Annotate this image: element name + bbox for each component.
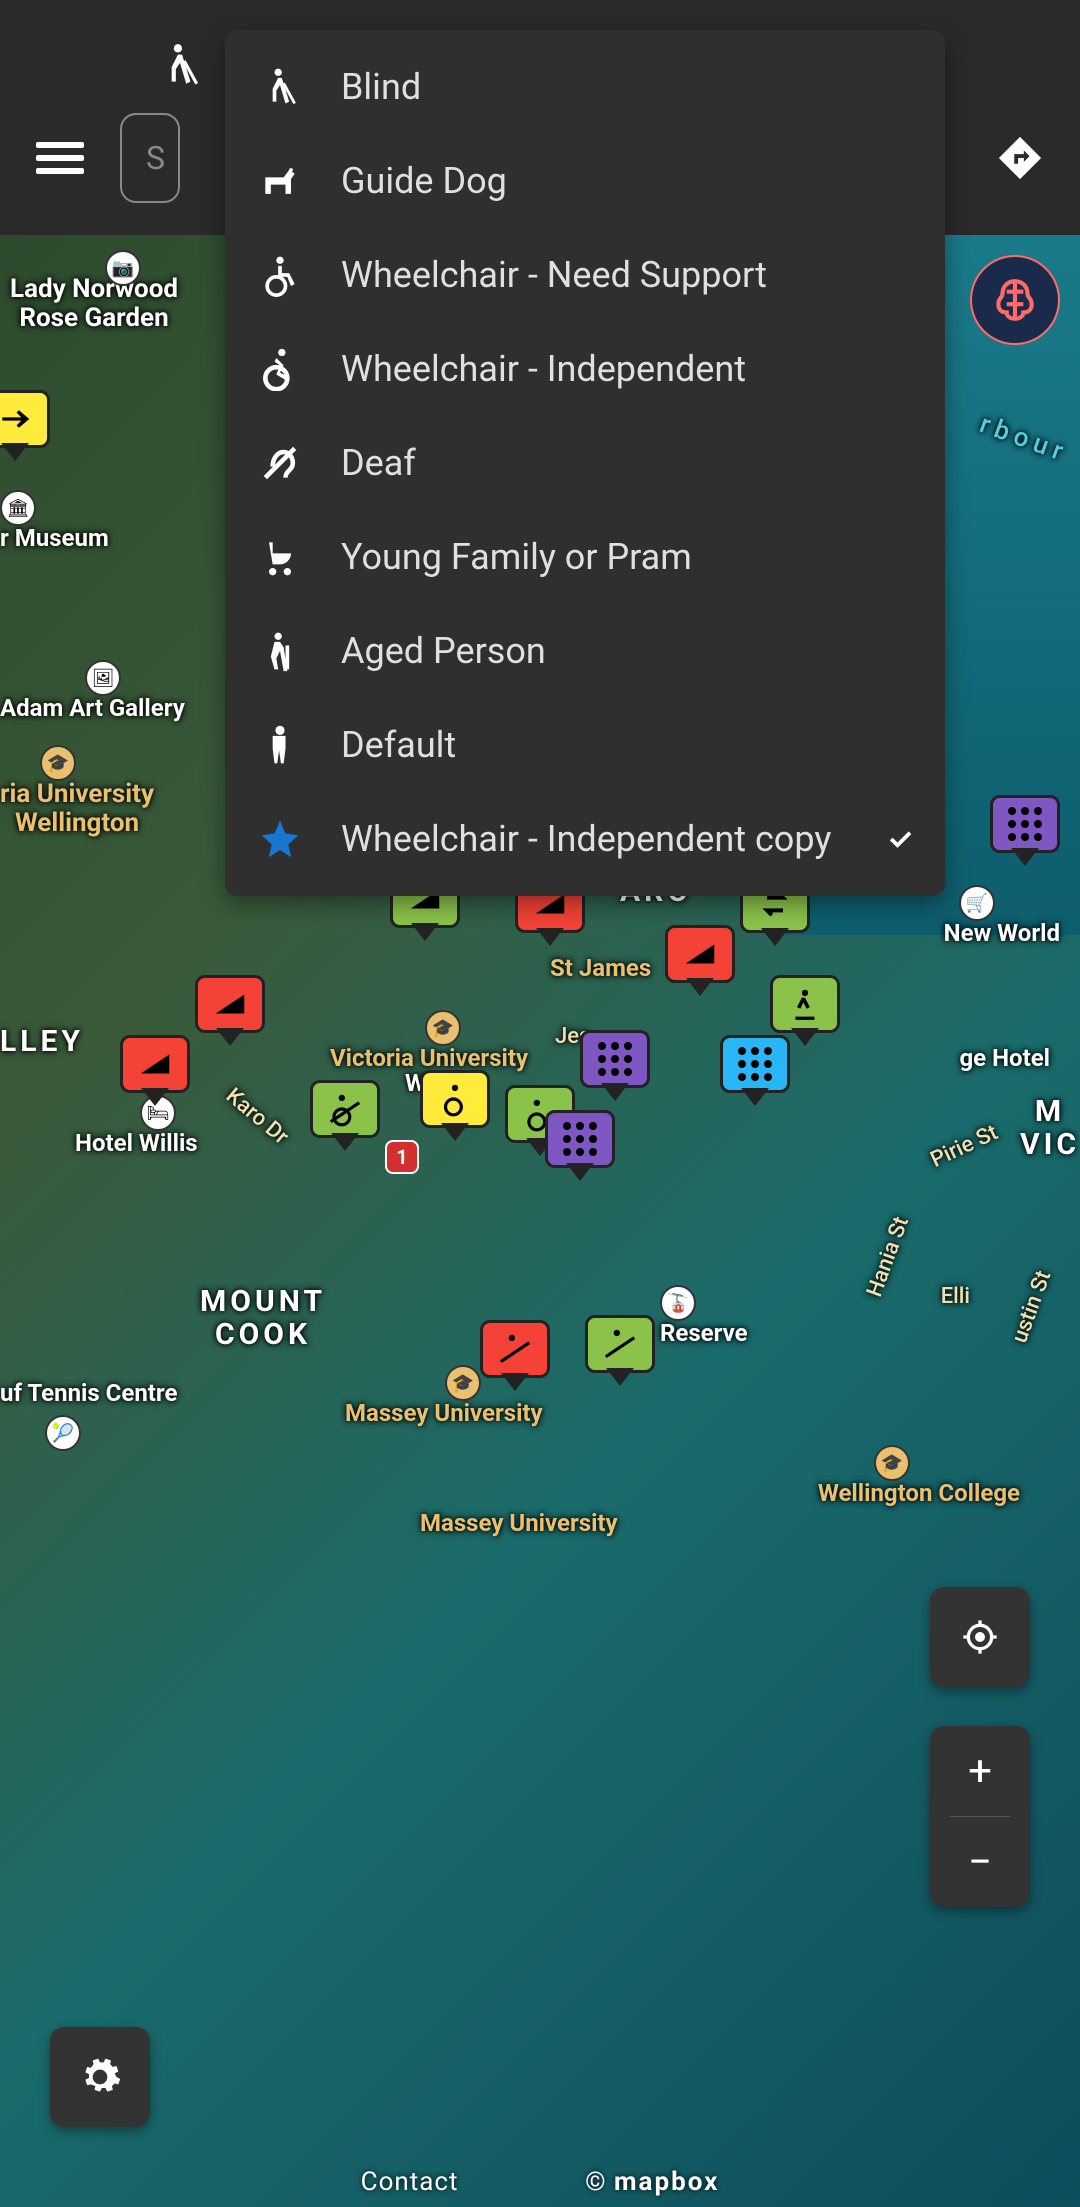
- dropdown-label: Young Family or Pram: [341, 535, 915, 580]
- map-pin-wheelchair-yellow[interactable]: [420, 1070, 490, 1128]
- map-label-massey-uni-2: Massey University: [420, 1510, 618, 1536]
- map-label-m-vic: M VIC: [1020, 1095, 1080, 1161]
- settings-button[interactable]: [50, 2027, 150, 2127]
- dropdown-label: Deaf: [341, 441, 915, 486]
- wheelchair-active-icon: [255, 344, 305, 394]
- map-label-st-james: St James: [550, 955, 651, 981]
- map-label-pirie-st: Pirie St: [927, 1121, 1002, 1173]
- map-label-new-world: New World: [944, 920, 1060, 946]
- dropdown-item-blind[interactable]: Blind: [225, 40, 945, 134]
- poi-reserve-icon[interactable]: 🚡: [660, 1285, 696, 1321]
- map-label-mount-cook: MOUNT COOK: [200, 1285, 326, 1351]
- dropdown-item-wheelchair-support[interactable]: Wheelchair - Need Support: [225, 228, 945, 322]
- search-placeholder: S: [146, 139, 165, 177]
- route-shield-1: 1: [385, 1140, 419, 1174]
- dropdown-item-custom-wheelchair-copy[interactable]: Wheelchair - Independent copy: [225, 792, 945, 886]
- ai-assistant-button[interactable]: [970, 255, 1060, 345]
- dropdown-label: Blind: [341, 65, 915, 110]
- search-input[interactable]: S: [120, 113, 180, 203]
- profile-dropdown: Blind Guide Dog Wheelchair - Need Suppor…: [225, 30, 945, 896]
- person-icon: [255, 720, 305, 770]
- poi-college-icon[interactable]: 🎓: [874, 1445, 910, 1481]
- map-label-hotel-willis: Hotel Willis: [75, 1130, 198, 1156]
- deaf-icon: [255, 438, 305, 488]
- map-label-ge-hotel: ge Hotel: [959, 1045, 1050, 1071]
- map-pin-ramp-red-2[interactable]: [665, 925, 735, 983]
- dropdown-label: Default: [341, 723, 915, 768]
- guide-dog-icon: [255, 156, 305, 206]
- dropdown-item-pram[interactable]: Young Family or Pram: [225, 510, 945, 604]
- dropdown-item-wheelchair-independent[interactable]: Wheelchair - Independent: [225, 322, 945, 416]
- map-label-wellington-college: Wellington College: [818, 1480, 1020, 1506]
- dropdown-item-guide-dog[interactable]: Guide Dog: [225, 134, 945, 228]
- map-pin-braille-purple-1[interactable]: [990, 795, 1060, 853]
- blind-cane-icon: [255, 62, 305, 112]
- map-pin-directions-yellow[interactable]: [0, 390, 50, 448]
- menu-button[interactable]: [30, 128, 90, 188]
- poi-gallery-icon[interactable]: 🖼: [85, 660, 121, 696]
- poi-university-icon-2[interactable]: 🎓: [425, 1010, 461, 1046]
- zoom-controls: + −: [930, 1726, 1030, 1907]
- zoom-out-button[interactable]: −: [930, 1817, 1030, 1907]
- zoom-in-button[interactable]: +: [930, 1726, 1030, 1816]
- map-pin-wheelchair-red[interactable]: [480, 1320, 550, 1378]
- map-pin-ramp-red-3[interactable]: [195, 975, 265, 1033]
- map-label-victoria-uni-wlg: ria University Wellington: [0, 780, 154, 837]
- poi-massey-icon[interactable]: 🎓: [445, 1365, 481, 1401]
- dropdown-item-aged[interactable]: Aged Person: [225, 604, 945, 698]
- dropdown-label: Wheelchair - Need Support: [341, 253, 915, 298]
- map-pin-braille-purple-3[interactable]: [545, 1110, 615, 1168]
- map-label-museum: r Museum: [0, 525, 109, 551]
- map-label-massey-uni: Massey University: [345, 1400, 543, 1426]
- map-label-hania-st: Hania St: [863, 1214, 914, 1301]
- map-label-austin-st: ustin St: [1008, 1268, 1056, 1347]
- locate-button[interactable]: [930, 1587, 1030, 1687]
- check-icon: [885, 824, 915, 854]
- map-label-victoria-uni: Victoria University: [330, 1045, 528, 1071]
- wheelchair-icon: [255, 250, 305, 300]
- star-icon: [255, 814, 305, 864]
- map-label-rose-garden: Lady Norwood Rose Garden: [10, 275, 178, 332]
- aged-person-icon: [255, 626, 305, 676]
- dropdown-label: Guide Dog: [341, 159, 915, 204]
- directions-button[interactable]: [990, 128, 1050, 188]
- map-label-valley: LLEY: [0, 1025, 84, 1058]
- poi-shop-icon[interactable]: 🛒: [959, 885, 995, 921]
- dropdown-label: Aged Person: [341, 629, 915, 674]
- dropdown-label: Wheelchair - Independent copy: [341, 817, 849, 862]
- map-pin-braille-blue[interactable]: [720, 1035, 790, 1093]
- dropdown-item-deaf[interactable]: Deaf: [225, 416, 945, 510]
- dropdown-label: Wheelchair - Independent: [341, 347, 915, 392]
- map-label-karo-dr: Karo Dr: [221, 1084, 293, 1150]
- map-label-adam-art: Adam Art Gallery: [0, 695, 185, 721]
- poi-camera-icon[interactable]: 📷: [105, 250, 141, 286]
- map-pin-wheelchair-green-3[interactable]: [585, 1315, 655, 1373]
- poi-university-icon[interactable]: 🎓: [40, 745, 76, 781]
- map-pin-walk-green[interactable]: [770, 975, 840, 1033]
- map-label-reserve: Reserve: [660, 1320, 748, 1346]
- poi-tennis-icon[interactable]: 🎾: [45, 1415, 81, 1451]
- dropdown-item-default[interactable]: Default: [225, 698, 945, 792]
- map-attribution: Contact © mapbox: [0, 2167, 1080, 2197]
- map-pin-braille-purple-2[interactable]: [580, 1030, 650, 1088]
- pram-icon: [255, 532, 305, 582]
- poi-museum-icon[interactable]: 🏛: [0, 490, 36, 526]
- map-label-tennis-centre: uf Tennis Centre: [0, 1380, 177, 1406]
- map-pin-wheelchair-green-1[interactable]: [310, 1080, 380, 1138]
- map-label-elli: Elli: [941, 1285, 970, 1309]
- map-pin-ramp-red-4[interactable]: [120, 1035, 190, 1093]
- current-profile-icon: [145, 30, 215, 100]
